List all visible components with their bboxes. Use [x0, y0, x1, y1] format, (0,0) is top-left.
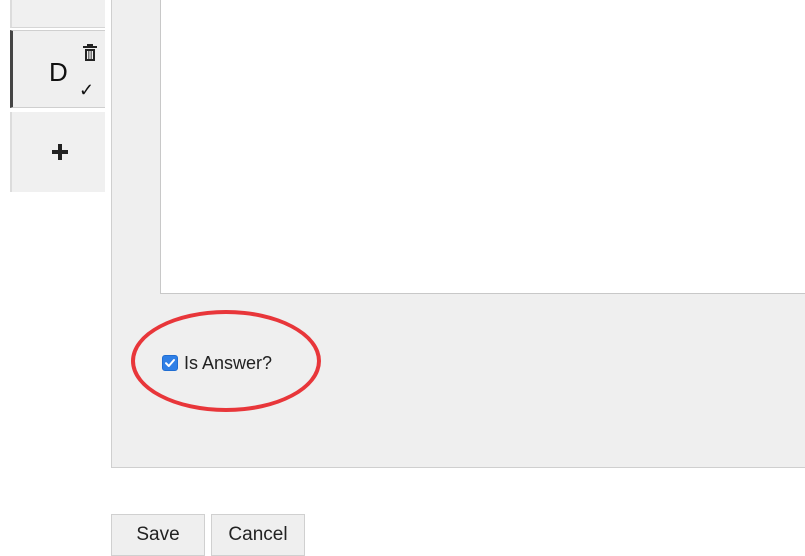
is-answer-row[interactable]: Is Answer? — [162, 352, 272, 374]
tab-option-c[interactable] — [10, 0, 105, 28]
option-panel: Is Answer? — [111, 0, 805, 468]
save-button[interactable]: Save — [111, 514, 205, 556]
is-answer-label: Is Answer? — [184, 352, 273, 373]
trash-icon[interactable] — [81, 43, 99, 63]
is-answer-checkbox[interactable] — [162, 355, 178, 371]
plus-icon — [50, 142, 70, 162]
question-editor: D ✓ Is Answer? Save Cancel — [0, 0, 805, 556]
tab-option-label: D — [49, 57, 68, 87]
add-option-button[interactable] — [10, 112, 105, 192]
cancel-button[interactable]: Cancel — [211, 514, 305, 556]
tab-option-d[interactable]: D ✓ — [10, 30, 105, 108]
check-icon: ✓ — [79, 80, 95, 100]
option-text-editor[interactable] — [160, 0, 805, 294]
